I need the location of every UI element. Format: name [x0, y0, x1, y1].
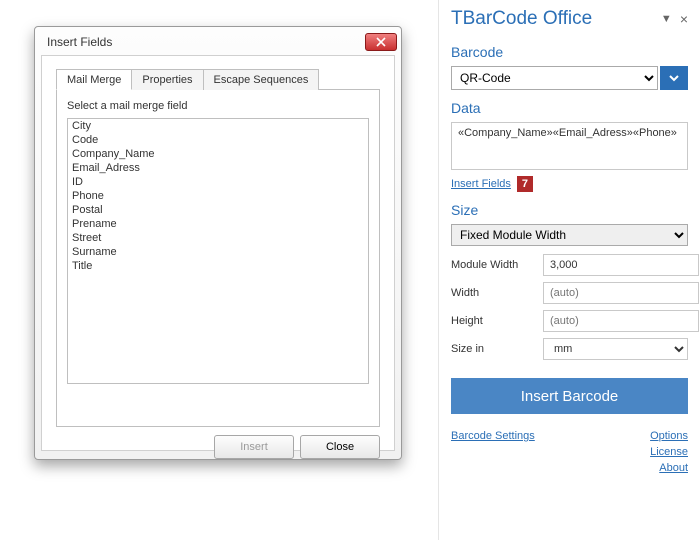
sidebar-title: TBarCode Office: [451, 8, 592, 30]
barcode-settings-link[interactable]: Barcode Settings: [451, 430, 535, 442]
insert-fields-dialog: Insert Fields Mail MergePropertiesEscape…: [34, 26, 402, 460]
list-item[interactable]: Postal: [68, 203, 368, 217]
insert-fields-link[interactable]: Insert Fields: [451, 178, 511, 190]
module-width-input[interactable]: [543, 254, 699, 276]
list-item[interactable]: Phone: [68, 189, 368, 203]
close-icon: [375, 37, 387, 47]
tab-panel-mail-merge: Select a mail merge field CityCodeCompan…: [56, 89, 380, 427]
sidebar-header-controls: ▼ ×: [661, 11, 688, 27]
options-link[interactable]: Options: [650, 430, 688, 442]
list-item[interactable]: Email_Adress: [68, 161, 368, 175]
dialog-close-button[interactable]: [365, 33, 397, 51]
about-link[interactable]: About: [659, 462, 688, 474]
close-pane-icon[interactable]: ×: [680, 11, 688, 27]
width-input: [543, 282, 699, 304]
dialog-title: Insert Fields: [47, 35, 112, 49]
size-unit-select[interactable]: mm: [543, 338, 688, 360]
size-section-label: Size: [451, 202, 688, 218]
list-item[interactable]: Company_Name: [68, 147, 368, 161]
tab-properties[interactable]: Properties: [131, 69, 203, 90]
list-item[interactable]: Street: [68, 231, 368, 245]
width-label: Width: [451, 287, 543, 299]
size-in-label: Size in: [451, 343, 543, 355]
size-mode-select[interactable]: Fixed Module Width: [451, 224, 688, 246]
dialog-insert-button: Insert: [214, 435, 294, 459]
sidebar-header: TBarCode Office ▼ ×: [451, 8, 688, 30]
dialog-close-button-bottom[interactable]: Close: [300, 435, 380, 459]
list-item[interactable]: Title: [68, 259, 368, 273]
data-section-label: Data: [451, 100, 688, 116]
tbarcode-sidebar: TBarCode Office ▼ × Barcode QR-Code Data…: [438, 0, 700, 540]
tab-escape-sequences[interactable]: Escape Sequences: [203, 69, 320, 90]
list-item[interactable]: City: [68, 119, 368, 133]
tab-mail-merge[interactable]: Mail Merge: [56, 69, 132, 90]
mail-merge-field-listbox[interactable]: CityCodeCompany_NameEmail_AdressIDPhoneP…: [67, 118, 369, 384]
data-input[interactable]: «Company_Name»«Email_Adress»«Phone»: [451, 122, 688, 170]
list-item[interactable]: ID: [68, 175, 368, 189]
dialog-body: Mail MergePropertiesEscape Sequences Sel…: [41, 55, 395, 451]
module-width-label: Module Width: [451, 259, 543, 271]
step-marker: 7: [517, 176, 533, 192]
height-input: [543, 310, 699, 332]
height-label: Height: [451, 315, 543, 327]
barcode-section-label: Barcode: [451, 44, 688, 60]
chevron-down-icon: [667, 71, 681, 85]
dropdown-icon[interactable]: ▼: [661, 13, 672, 25]
list-item[interactable]: Code: [68, 133, 368, 147]
expand-button[interactable]: [660, 66, 688, 90]
dialog-tabs: Mail MergePropertiesEscape Sequences: [56, 68, 380, 89]
insert-barcode-button[interactable]: Insert Barcode: [451, 378, 688, 414]
list-item[interactable]: Prename: [68, 217, 368, 231]
dialog-titlebar: Insert Fields: [37, 29, 399, 55]
panel-label: Select a mail merge field: [67, 100, 369, 112]
list-item[interactable]: Surname: [68, 245, 368, 259]
barcode-type-select[interactable]: QR-Code: [451, 66, 658, 90]
license-link[interactable]: License: [650, 446, 688, 458]
